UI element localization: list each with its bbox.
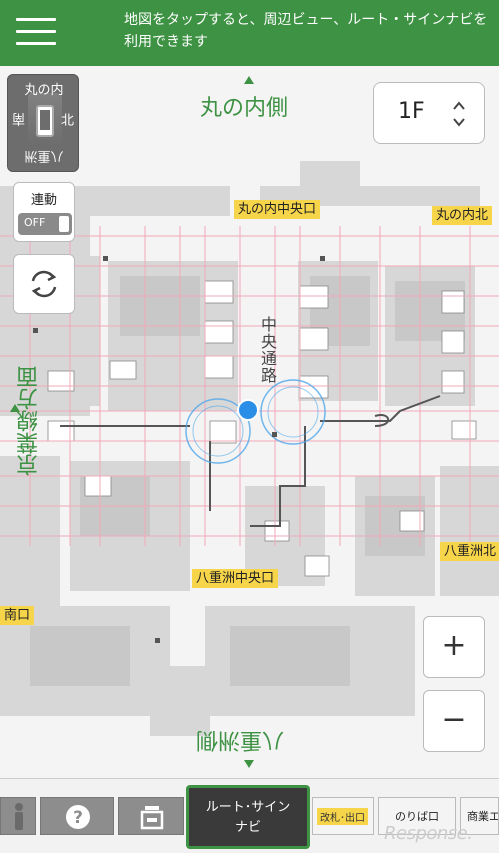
street-label: 中央通路 xyxy=(258,316,277,384)
route-label-line2: ナビ xyxy=(234,820,261,835)
rotate-map-button[interactable] xyxy=(13,254,75,314)
sync-state: OFF xyxy=(24,216,46,229)
app-header: 地図をタップすると、周辺ビュー、ルート・サインナビを利用できます xyxy=(0,0,499,66)
question-icon: ? xyxy=(66,805,90,829)
watermark-logo: Response. xyxy=(384,823,473,844)
compass-top: 丸の内 xyxy=(24,83,64,98)
compass-left: 南 xyxy=(13,113,28,126)
compass-widget[interactable]: 丸の内 南 北 八重洲 xyxy=(7,74,79,172)
chevron-updown-icon xyxy=(453,101,465,127)
sync-label: 連動 xyxy=(30,193,57,208)
direction-left: 京葉線方面 xyxy=(17,366,42,476)
phone-icon xyxy=(36,105,54,137)
hamburger-icon[interactable] xyxy=(16,18,56,46)
south-arrow xyxy=(244,760,254,768)
zoom-out-button[interactable]: − xyxy=(423,690,485,752)
sync-toggle[interactable]: OFF xyxy=(18,213,72,235)
sync-control: 連動 OFF xyxy=(13,182,75,242)
svg-text:?: ? xyxy=(73,808,83,828)
zoom-in-button[interactable]: + xyxy=(423,616,485,678)
rotate-icon xyxy=(31,270,57,298)
route-label-line1: ルート･サイン xyxy=(205,800,291,815)
direction-top: 丸の内側 xyxy=(200,96,289,121)
ticket-machine-icon xyxy=(140,806,164,830)
gate-exit-label: 改札･出口 xyxy=(317,808,368,825)
person-button[interactable] xyxy=(0,797,36,835)
current-location-dot xyxy=(237,399,259,421)
help-button[interactable]: ? xyxy=(40,797,114,835)
exit-marunouchi-central[interactable]: 丸の内中央口 xyxy=(234,200,321,219)
compass-right: 北 xyxy=(58,113,73,126)
ticket-gate-button[interactable] xyxy=(118,797,184,835)
route-sign-navi-button[interactable]: ルート･サイン ナビ xyxy=(186,785,310,849)
direction-bottom: 八重洲側 xyxy=(196,727,285,752)
floor-selector[interactable]: 1F xyxy=(373,82,485,144)
toggle-knob xyxy=(59,216,69,232)
floor-value: 1F xyxy=(398,99,425,124)
north-arrow xyxy=(244,76,254,84)
bottom-toolbar: ? ルート･サイン ナビ 改札･出口 のりば口 商業エ Response. xyxy=(0,778,499,853)
compass-bottom: 八重洲 xyxy=(24,148,64,163)
exit-yaesu-central[interactable]: 八重洲中央口 xyxy=(192,569,279,588)
gate-exit-button[interactable]: 改札･出口 xyxy=(312,797,374,835)
exit-yaesu-north[interactable]: 八重洲北 xyxy=(440,542,499,561)
header-message: 地図をタップすると、周辺ビュー、ルート・サインナビを利用できます xyxy=(124,12,488,50)
exit-south[interactable]: 南口 xyxy=(0,606,35,625)
person-icon xyxy=(15,803,23,830)
exit-marunouchi-north[interactable]: 丸の内北 xyxy=(432,206,493,225)
